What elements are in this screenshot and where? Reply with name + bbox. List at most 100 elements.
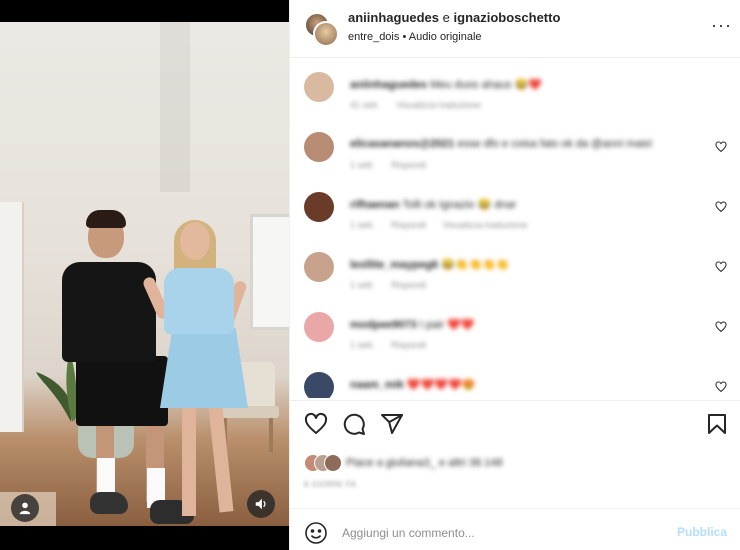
- comment-text-line: modpee9073 I pair ❤️❤️: [350, 318, 475, 331]
- header-divider: [290, 57, 740, 58]
- instagram-post: aniinhaguedes e ignazioboschetto entre_d…: [0, 0, 740, 550]
- comment-username[interactable]: rifhaenan: [350, 199, 400, 211]
- comment-text: esse dfo e coisa fato ok da @anni mais!: [457, 138, 653, 150]
- heart-icon: [715, 201, 727, 213]
- avatar: [324, 454, 342, 472]
- comment-text-line: naam_mik ❤️❤️❤️❤️😍: [350, 378, 475, 391]
- comment-time: 1 sett.: [350, 160, 375, 170]
- comment-avatar[interactable]: [304, 72, 334, 102]
- tagged-users-button[interactable]: [11, 494, 39, 522]
- smiley-icon: [305, 522, 327, 544]
- comment-text: I pair ❤️❤️: [419, 319, 475, 331]
- comment-avatar[interactable]: [304, 312, 334, 342]
- send-icon: [381, 414, 403, 434]
- heart-icon: [715, 141, 727, 153]
- reply-link[interactable]: Rispondi: [391, 160, 426, 170]
- like-button[interactable]: [304, 412, 328, 436]
- comment-like-button[interactable]: [715, 320, 727, 333]
- man-shoe: [90, 492, 128, 514]
- actions-divider: [290, 400, 740, 401]
- comment-username[interactable]: modpee9073: [350, 319, 417, 331]
- comment-like-button[interactable]: [715, 140, 727, 153]
- audio-toggle-button[interactable]: [247, 490, 275, 518]
- comment-avatar[interactable]: [304, 192, 334, 222]
- more-icon: ···: [711, 15, 732, 35]
- comment-like-button[interactable]: [715, 200, 727, 213]
- comment-text: Tolli ok Ignazio 😂 dnar: [402, 199, 517, 211]
- audio-separator: •: [402, 31, 407, 43]
- comment-text-line: elicasananos@2021 esse dfo e coisa fato …: [350, 138, 653, 150]
- header-text: aniinhaguedes e ignazioboschetto entre_d…: [348, 10, 560, 43]
- comment-like-button[interactable]: [715, 260, 727, 273]
- share-button[interactable]: [380, 412, 404, 436]
- publish-button[interactable]: Pubblica: [677, 525, 727, 539]
- video-frame[interactable]: [0, 22, 289, 526]
- speaker-icon: [255, 498, 266, 510]
- author-line: aniinhaguedes e ignazioboschetto: [348, 10, 560, 25]
- comment-avatar[interactable]: [304, 132, 334, 162]
- reply-link[interactable]: Rispondi: [391, 220, 426, 230]
- user-icon: [19, 502, 31, 515]
- comment-meta: 41 sett. Visualizza traduzione: [350, 100, 495, 110]
- bookmark-icon: [708, 414, 726, 434]
- comment-text-line: lesllite_maypeg6 😂👏👏👏👏: [350, 258, 510, 271]
- comment-time: 1 sett.: [350, 280, 375, 290]
- woman-head: [180, 222, 210, 260]
- background-door: [0, 202, 24, 432]
- man-shorts: [76, 356, 168, 426]
- comment-icon: [343, 413, 365, 435]
- comment-box-divider: [290, 508, 740, 509]
- save-button[interactable]: [705, 412, 729, 436]
- comment-item: rifhaenan Tolli ok Ignazio 😂 dnar 1 sett…: [290, 182, 740, 242]
- comment-username[interactable]: lesllite_maypeg6: [350, 259, 438, 271]
- comment-like-button[interactable]: [715, 380, 727, 393]
- post-header: aniinhaguedes e ignazioboschetto entre_d…: [290, 0, 740, 56]
- wall-detail: [160, 22, 190, 192]
- comment-time: 1 sett.: [350, 340, 375, 350]
- reply-link[interactable]: Rispondi: [391, 280, 426, 290]
- translate-link[interactable]: Visualizza traduzione: [443, 220, 528, 230]
- post-sidebar: aniinhaguedes e ignazioboschetto entre_d…: [289, 0, 740, 550]
- comment-avatar[interactable]: [304, 372, 334, 398]
- comment-item: elicasananos@2021 esse dfo e coisa fato …: [290, 122, 740, 182]
- comments-list[interactable]: aniinhaguedes Meu duos ahaus 😂❤️ 41 sett…: [290, 62, 740, 398]
- avatar: [313, 21, 339, 47]
- author-link-1[interactable]: aniinhaguedes: [348, 10, 439, 25]
- comment-avatar[interactable]: [304, 252, 334, 282]
- heart-icon: [715, 261, 727, 273]
- likes-summary[interactable]: Piace a giuliana3_ e altri 38.148: [304, 452, 503, 474]
- comment-item: naam_mik ❤️❤️❤️❤️😍: [290, 362, 740, 398]
- heart-icon: [715, 381, 727, 393]
- audio-line: entre_dois • Audio originale: [348, 31, 560, 43]
- comment-meta: 1 sett. Rispondi: [350, 280, 440, 290]
- audio-user-link[interactable]: entre_dois: [348, 31, 399, 43]
- comment-meta: 1 sett. Rispondi Visualizza traduzione: [350, 220, 541, 230]
- comment-item: modpee9073 I pair ❤️❤️ 1 sett. Rispondi: [290, 302, 740, 362]
- comment-username[interactable]: elicasananos@2021: [350, 138, 454, 150]
- translate-link[interactable]: Visualizza traduzione: [396, 100, 481, 110]
- comment-username[interactable]: naam_mik: [350, 379, 404, 391]
- post-media[interactable]: [0, 0, 289, 550]
- comment-username[interactable]: aniinhaguedes: [350, 79, 427, 91]
- man-hair: [86, 210, 126, 228]
- comment-button[interactable]: [342, 412, 366, 436]
- heart-icon: [715, 321, 727, 333]
- comment-item: lesllite_maypeg6 😂👏👏👏👏 1 sett. Rispondi: [290, 242, 740, 302]
- emoji-button[interactable]: [304, 521, 328, 545]
- audio-link[interactable]: Audio originale: [409, 31, 482, 43]
- comment-text: Meu duos ahaus 😂❤️: [430, 79, 542, 91]
- man-sock: [97, 458, 115, 496]
- collab-avatars[interactable]: [304, 12, 339, 47]
- man-shirt: [62, 262, 156, 362]
- comment-time: 41 sett.: [350, 100, 380, 110]
- more-options-button[interactable]: ···: [711, 15, 732, 38]
- comment-input[interactable]: [342, 523, 672, 543]
- comment-time: 1 sett.: [350, 220, 375, 230]
- comment-item: aniinhaguedes Meu duos ahaus 😂❤️ 41 sett…: [290, 62, 740, 122]
- likes-text: Piace a giuliana3_ e altri 38.148: [346, 457, 503, 469]
- author-link-2[interactable]: ignazioboschetto: [454, 10, 561, 25]
- add-comment-bar: Pubblica: [290, 515, 740, 550]
- woman-leg: [182, 406, 196, 516]
- reply-link[interactable]: Rispondi: [391, 340, 426, 350]
- author-conjunction: e: [442, 10, 450, 25]
